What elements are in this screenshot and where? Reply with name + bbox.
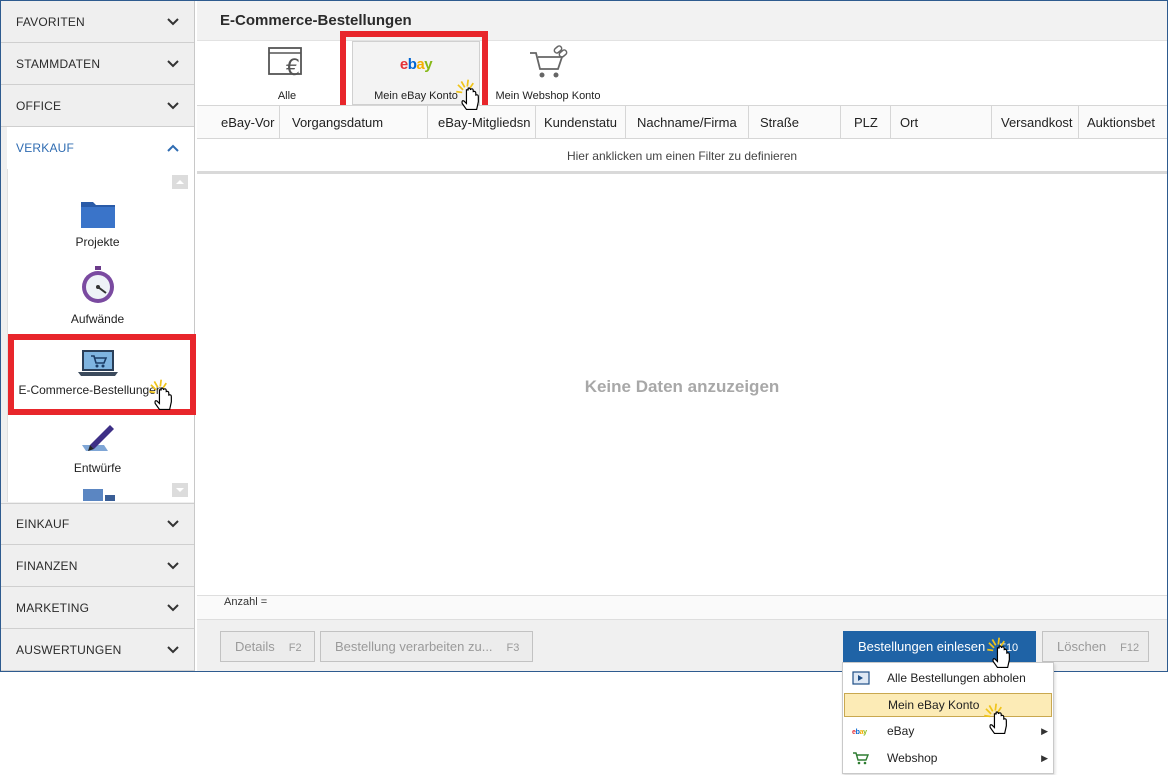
chevron-down-icon [167, 561, 179, 569]
nav-section-label: VERKAUF [16, 141, 75, 155]
nav-section-label: STAMMDATEN [16, 56, 101, 71]
sidebar-item-entwuerfe[interactable]: Entwürfe [1, 421, 194, 475]
document-icon [83, 489, 115, 501]
menu-item-label: Webshop [887, 751, 938, 765]
stopwatch-icon [81, 266, 114, 303]
column-header[interactable]: Versandkost [992, 106, 1079, 139]
menu-item-label: Alle Bestellungen abholen [887, 671, 1026, 685]
pen-icon [81, 425, 114, 451]
column-header[interactable]: Auktionsbet [1079, 106, 1167, 139]
toolbar-label: Alle [277, 90, 297, 102]
sidebar: FAVORITEN STAMMDATEN OFFICE VERKAUF Proj… [1, 1, 196, 671]
sidebar-item-label: Entwürfe [73, 461, 122, 475]
menu-item-webshop[interactable]: Webshop ▶ [844, 747, 1052, 771]
nav-section-label: FINANZEN [16, 558, 78, 573]
nav-section-label: AUSWERTUNGEN [16, 642, 122, 657]
button-label: Löschen [1057, 639, 1107, 654]
shortcut-key: F3 [506, 642, 520, 654]
toolbar-button-webshop[interactable]: Mein Webshop Konto [489, 45, 607, 102]
column-header[interactable]: Vorgangsdatum [280, 106, 428, 139]
chevron-down-icon [167, 101, 179, 109]
column-header[interactable]: PLZ [841, 106, 891, 139]
column-header[interactable]: Nachname/Firma [626, 106, 749, 139]
nav-section-marketing[interactable]: MARKETING [1, 587, 194, 629]
submenu-arrow-icon: ▶ [1041, 753, 1048, 763]
main-panel: E-Commerce-Bestellungen € Alle ebay Mein… [197, 1, 1167, 671]
process-order-button[interactable]: Bestellung verarbeiten zu... F3 [320, 631, 533, 662]
nav-section-label: EINKAUF [16, 517, 70, 531]
chevron-up-icon [167, 144, 179, 152]
import-dropdown-menu: Alle Bestellungen abholen Mein eBay Kont… [842, 662, 1054, 774]
chevron-down-icon [167, 59, 179, 67]
nav-section-label: FAVORITEN [16, 14, 85, 29]
nav-section-label: OFFICE [16, 98, 62, 113]
sidebar-item-aufwaende[interactable]: Aufwände [1, 265, 194, 326]
sidebar-item-label: Projekte [75, 235, 120, 249]
grid-header: eBay-Vor Vorgangsdatum eBay-Mitgliedsn K… [197, 105, 1167, 139]
empty-state-text: Keine Daten anzuzeigen [584, 377, 780, 396]
menu-item-mein-ebay-konto[interactable]: Mein eBay Konto [844, 693, 1052, 717]
chevron-down-icon [167, 645, 179, 653]
cart-link-icon [530, 45, 568, 78]
details-button[interactable]: Details F2 [220, 631, 315, 662]
nav-section-favoriten[interactable]: FAVORITEN [1, 1, 194, 43]
button-label: Bestellung verarbeiten zu... [335, 639, 493, 654]
app-window: FAVORITEN STAMMDATEN OFFICE VERKAUF Proj… [0, 0, 1168, 672]
ebay-logo-icon: ebay [852, 729, 867, 736]
menu-item-all-orders[interactable]: Alle Bestellungen abholen [844, 667, 1052, 691]
nav-section-verkauf[interactable]: VERKAUF [7, 127, 194, 169]
column-header[interactable]: Ort [891, 106, 992, 139]
folder-icon [80, 202, 115, 228]
import-icon [852, 671, 870, 685]
click-cursor-icon [984, 703, 1007, 735]
nav-section-label: MARKETING [16, 600, 90, 615]
nav-section-finanzen[interactable]: FINANZEN [1, 545, 194, 587]
chevron-down-icon [167, 603, 179, 611]
nav-section-auswertungen[interactable]: AUSWERTUNGEN [1, 629, 194, 671]
scroll-up-button[interactable] [172, 175, 188, 189]
delete-button[interactable]: Löschen F12 [1042, 631, 1149, 662]
submenu-arrow-icon: ▶ [1041, 726, 1048, 736]
nav-section-office[interactable]: OFFICE [1, 85, 194, 127]
chevron-down-icon [167, 520, 179, 528]
scroll-down-button[interactable] [172, 483, 188, 497]
click-cursor-icon [456, 79, 479, 111]
toolbar-label: Mein Webshop Konto [495, 90, 601, 102]
nav-section-stammdaten[interactable]: STAMMDATEN [1, 43, 194, 85]
chevron-down-icon [167, 17, 179, 25]
button-label: Bestellungen einlesen [858, 639, 986, 654]
click-cursor-icon [987, 637, 1010, 669]
shortcut-key: F12 [1120, 642, 1140, 654]
column-header[interactable]: Straße [749, 106, 841, 139]
euro-window-icon: € [268, 47, 302, 81]
filter-row[interactable]: Hier anklicken um einen Filter zu defini… [197, 139, 1167, 174]
svg-text:€: € [286, 56, 300, 81]
menu-item-label: eBay [887, 724, 915, 738]
nav-section-einkauf[interactable]: EINKAUF [1, 503, 194, 545]
column-header[interactable]: Kundenstatu [536, 106, 626, 139]
sidebar-item-projekte[interactable]: Projekte [1, 196, 194, 249]
column-header[interactable]: eBay-Vor [197, 106, 280, 139]
menu-item-ebay[interactable]: ebay eBay ▶ [844, 720, 1052, 744]
button-label: Details [235, 639, 275, 654]
shortcut-key: F2 [288, 642, 302, 654]
record-count: Anzahl = [197, 595, 1167, 619]
cart-icon [853, 752, 870, 765]
sidebar-item-label: Aufwände [70, 312, 125, 326]
click-cursor-icon [149, 379, 172, 411]
menu-item-label: Mein eBay Konto [888, 698, 980, 712]
toolbar-button-alle[interactable]: € Alle [257, 45, 317, 102]
record-count-label: Anzahl = [224, 596, 268, 608]
